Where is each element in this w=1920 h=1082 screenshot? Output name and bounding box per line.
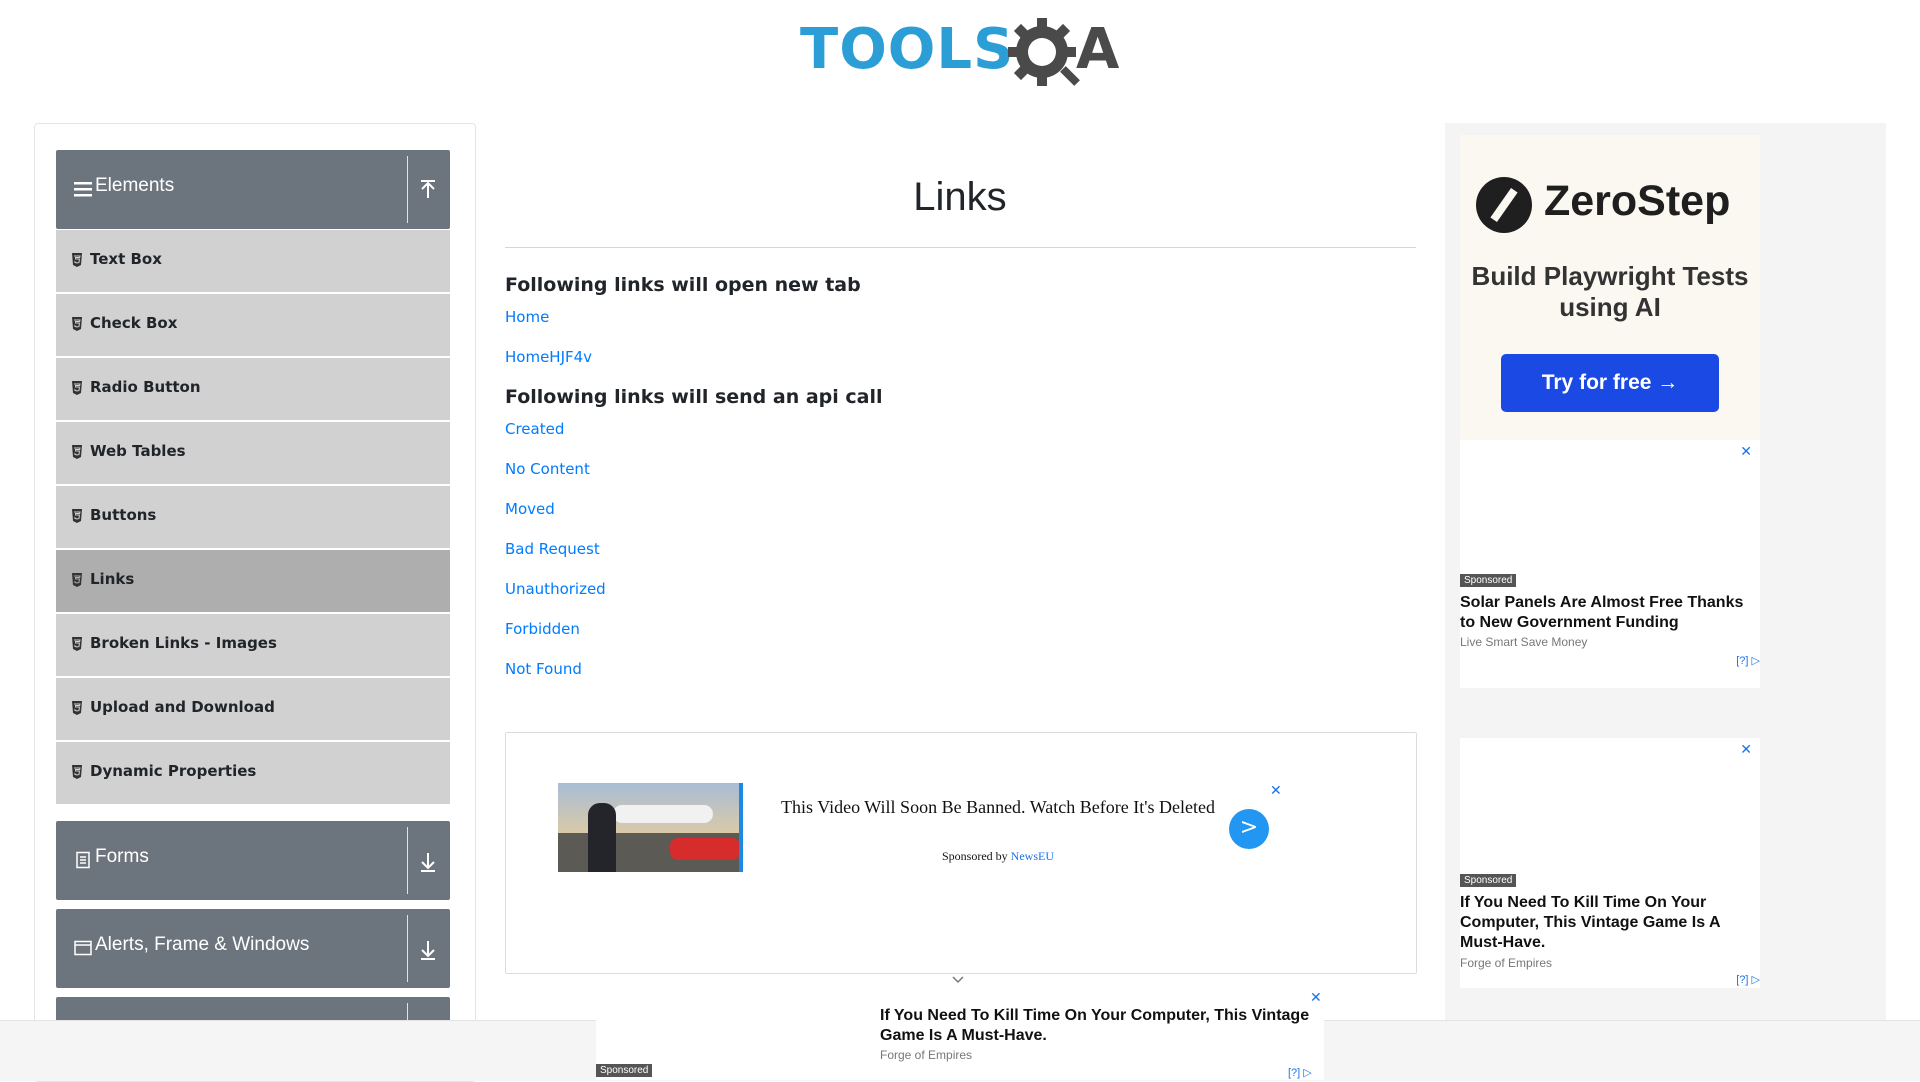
menu-item-broken-links[interactable]: Broken Links - Images [56, 614, 450, 676]
ad-sponsor-prefix: Sponsored by [942, 849, 1011, 863]
link-bad-request[interactable]: Bad Request [505, 540, 600, 558]
ad-source: Forge of Empires [1460, 956, 1553, 970]
group-title: Elements [95, 175, 175, 196]
bottom-sticky-ad[interactable]: ✕ If You Need To Kill Time On Your Compu… [596, 990, 1324, 1080]
ad-image-edge [739, 783, 743, 872]
arrow-down-icon[interactable] [417, 849, 439, 873]
zerostep-name: ZeroStep [1544, 177, 1731, 225]
html5-icon [72, 637, 82, 651]
ad-image-person [588, 803, 616, 872]
divider [407, 156, 408, 223]
menu-item-dynamic-properties[interactable]: Dynamic Properties [56, 742, 450, 804]
link-home[interactable]: Home [505, 308, 549, 326]
ad-sponsor-brand[interactable]: NewsEU [1011, 849, 1054, 863]
ad-close-icon[interactable]: ✕ [1270, 783, 1282, 799]
left-panel: Elements Text Box Check Box Radio Button… [34, 123, 476, 1082]
group-title: Forms [95, 846, 149, 867]
ad-source: Forge of Empires [880, 1048, 973, 1062]
zerostep-ad[interactable]: ZeroStep Build Playwright Tests using AI… [1460, 135, 1760, 440]
ad-image-plane [613, 805, 713, 823]
link-forbidden[interactable]: Forbidden [505, 620, 580, 638]
menu-item-web-tables[interactable]: Web Tables [56, 422, 450, 484]
ad-close-icon[interactable]: ✕ [1310, 990, 1322, 1006]
group-forms-header[interactable]: Forms [56, 821, 450, 900]
menu-item-label: Buttons [90, 506, 157, 524]
center-ad-banner[interactable]: This Video Will Soon Be Banned. Watch Be… [505, 732, 1417, 974]
html5-icon [72, 573, 82, 587]
divider [407, 827, 408, 894]
group-elements-header[interactable]: Elements [56, 150, 450, 229]
arrow-up-icon[interactable] [417, 178, 439, 202]
sponsored-badge: Sponsored [596, 1064, 653, 1077]
menu-item-check-box[interactable]: Check Box [56, 294, 450, 356]
gear-magnifier-icon [1008, 18, 1080, 86]
adchoices-icon[interactable]: [?] ▷ [1288, 1066, 1312, 1079]
ad-headline[interactable]: Solar Panels Are Almost Free Thanks to N… [1460, 593, 1756, 633]
sponsored-badge: Sponsored [1460, 874, 1517, 887]
ad-close-icon[interactable]: ✕ [1740, 742, 1752, 758]
ad-headline[interactable]: If You Need To Kill Time On Your Compute… [880, 1006, 1320, 1046]
link-no-content[interactable]: No Content [505, 460, 590, 478]
menu-item-upload-download[interactable]: Upload and Download [56, 678, 450, 740]
ad-image-car [670, 838, 740, 860]
document-icon [76, 851, 90, 869]
group-alerts-header[interactable]: Alerts, Frame & Windows [56, 909, 450, 988]
link-unauthorized[interactable]: Unauthorized [505, 580, 606, 598]
html5-icon [72, 765, 82, 779]
html5-icon [72, 317, 82, 331]
html5-icon [72, 253, 82, 267]
menu-item-label: Links [90, 570, 135, 588]
ad-go-button[interactable]: > [1229, 809, 1269, 849]
title-divider [505, 247, 1416, 248]
html5-icon [72, 701, 82, 715]
menu-item-label: Text Box [90, 250, 162, 268]
menu-item-radio-button[interactable]: Radio Button [56, 358, 450, 420]
ad-headline[interactable]: This Video Will Soon Be Banned. Watch Be… [768, 795, 1228, 820]
menu-item-text-box[interactable]: Text Box [56, 230, 450, 292]
zerostep-logo-icon [1476, 177, 1532, 233]
link-moved[interactable]: Moved [505, 500, 555, 518]
ad-headline[interactable]: If You Need To Kill Time On Your Compute… [1460, 893, 1756, 953]
menu-item-label: Broken Links - Images [90, 634, 277, 652]
link-created[interactable]: Created [505, 420, 564, 438]
link-home-dynamic[interactable]: HomeHJF4v [505, 348, 592, 366]
try-for-free-button[interactable]: Try for free → [1501, 354, 1719, 412]
adchoices-icon[interactable]: [?] ▷ [1736, 654, 1760, 667]
link-not-found[interactable]: Not Found [505, 660, 582, 678]
section-heading-new-tab: Following links will open new tab [505, 274, 861, 296]
adchoices-icon[interactable]: [?] ▷ [1736, 973, 1760, 986]
window-icon [74, 940, 92, 956]
elements-menu: Text Box Check Box Radio Button Web Tabl… [56, 230, 450, 806]
html5-icon [72, 381, 82, 395]
divider [407, 915, 408, 982]
section-heading-api-call: Following links will send an api call [505, 386, 883, 408]
menu-item-label: Check Box [90, 314, 178, 332]
menu-item-label: Upload and Download [90, 698, 275, 716]
sidebar-ad-game[interactable]: ✕ Sponsored If You Need To Kill Time On … [1460, 738, 1760, 988]
menu-item-label: Dynamic Properties [90, 762, 257, 780]
html5-icon [72, 445, 82, 459]
menu-item-label: Web Tables [90, 442, 186, 460]
logo-a-letter: A [1076, 17, 1120, 82]
chevron-down-icon[interactable] [951, 975, 965, 985]
ad-close-icon[interactable]: ✕ [1740, 444, 1752, 460]
toolsqa-logo[interactable]: TOOLS A [800, 12, 1130, 92]
ad-source: Live Smart Save Money [1460, 635, 1588, 649]
html5-icon [72, 509, 82, 523]
zerostep-tagline: Build Playwright Tests using AI [1471, 261, 1749, 322]
arrow-down-icon[interactable] [417, 937, 439, 961]
ad-thumbnail-image[interactable] [558, 783, 743, 872]
menu-item-label: Radio Button [90, 378, 201, 396]
hamburger-icon [74, 182, 92, 197]
group-title: Alerts, Frame & Windows [95, 934, 310, 955]
site-header: TOOLS A [0, 0, 1920, 100]
page-title: Links [913, 175, 1007, 219]
sponsored-badge: Sponsored [1460, 574, 1517, 587]
logo-text: TOOLS [800, 17, 1015, 82]
menu-item-links[interactable]: Links [56, 550, 450, 612]
menu-item-buttons[interactable]: Buttons [56, 486, 450, 548]
ad-sponsor-line: Sponsored by NewsEU [768, 849, 1228, 864]
sidebar-ad-solar[interactable]: ✕ Sponsored Solar Panels Are Almost Free… [1460, 440, 1760, 688]
